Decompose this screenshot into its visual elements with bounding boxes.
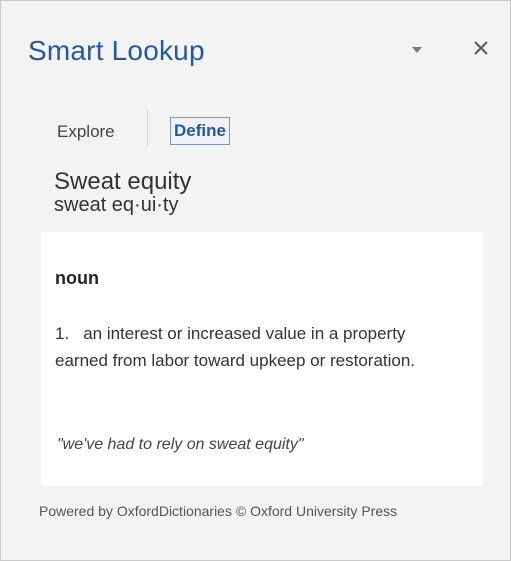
- definition-text: an interest or increased value in a prop…: [55, 324, 416, 370]
- close-button[interactable]: [468, 35, 494, 61]
- part-of-speech: noun: [55, 268, 99, 288]
- tab-divider: [147, 109, 148, 147]
- tab-define[interactable]: Define: [170, 117, 230, 145]
- attribution-footer: Powered by OxfordDictionaries © Oxford U…: [39, 503, 398, 519]
- definition-number: 1.: [55, 324, 70, 343]
- smart-lookup-pane: Smart Lookup Explore Define Sweat equity…: [0, 0, 511, 561]
- tab-explore[interactable]: Explore: [53, 118, 119, 146]
- definition-card: noun 1. an interest or increased value in…: [41, 232, 483, 486]
- chevron-down-icon: [412, 47, 422, 53]
- definition-1: 1. an interest or increased value in a pr…: [55, 320, 455, 374]
- close-icon: [474, 41, 488, 55]
- definition-example: "we've had to rely on sweat equity": [57, 436, 304, 453]
- pronunciation: sweat eq·ui·ty: [54, 194, 179, 216]
- lookup-term: Sweat equity: [54, 168, 192, 195]
- pane-title: Smart Lookup: [28, 35, 205, 66]
- pane-options-dropdown[interactable]: [406, 39, 428, 61]
